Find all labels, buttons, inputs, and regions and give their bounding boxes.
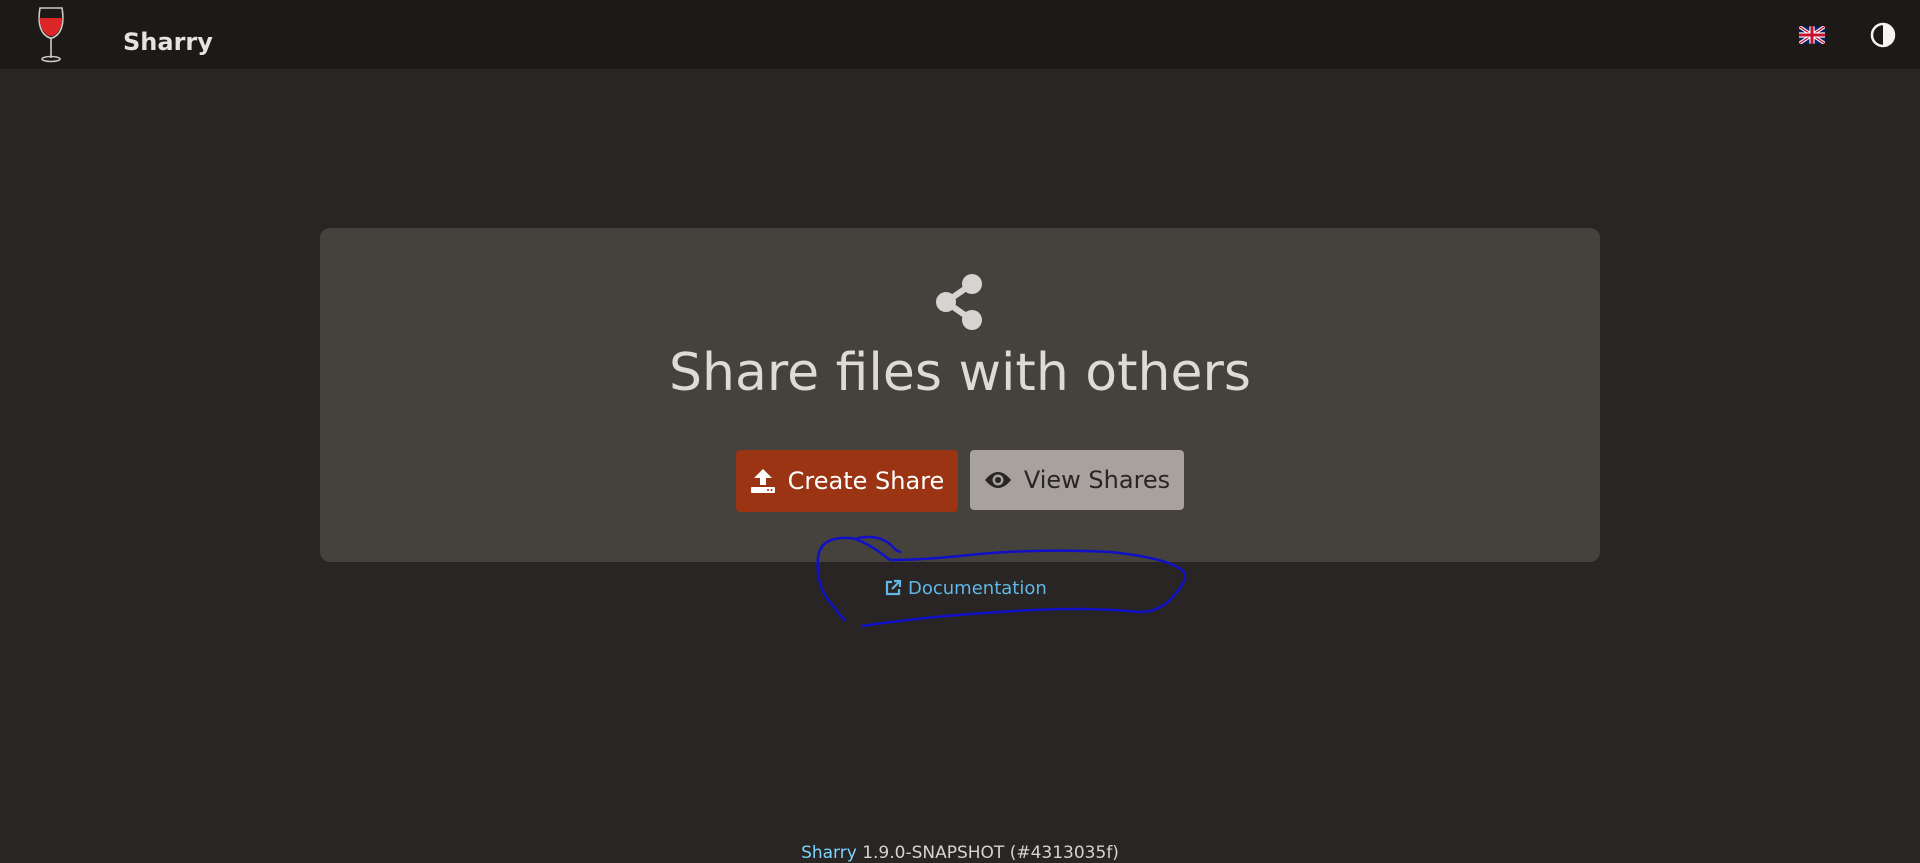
documentation-label: Documentation: [908, 577, 1047, 599]
footer-app-link[interactable]: Sharry: [801, 843, 857, 863]
view-shares-label: View Shares: [1023, 466, 1171, 494]
app-name: Sharry: [123, 28, 213, 56]
external-link-icon: [885, 579, 902, 596]
uk-flag-icon[interactable]: [1799, 26, 1825, 44]
page-title: Share files with others: [669, 343, 1251, 403]
view-shares-button[interactable]: View Shares: [970, 450, 1184, 510]
brand-logo-link[interactable]: Sharry: [34, 6, 213, 64]
top-navbar: Sharry: [0, 0, 1920, 70]
create-share-label: Create Share: [787, 467, 945, 495]
contrast-icon[interactable]: [1870, 22, 1896, 48]
create-share-button[interactable]: Create Share: [736, 450, 958, 512]
footer-version: 1.9.0-SNAPSHOT (#4313035f): [862, 843, 1119, 863]
hero-card: Share files with others Create Share Vie…: [320, 228, 1600, 562]
documentation-link[interactable]: Documentation: [884, 576, 1047, 600]
wine-glass-icon: [38, 7, 64, 63]
upload-icon: [750, 469, 775, 493]
footer: Sharry 1.9.0-SNAPSHOT (#4313035f): [0, 843, 1920, 863]
share-icon: [936, 274, 982, 330]
eye-icon: [984, 472, 1011, 488]
